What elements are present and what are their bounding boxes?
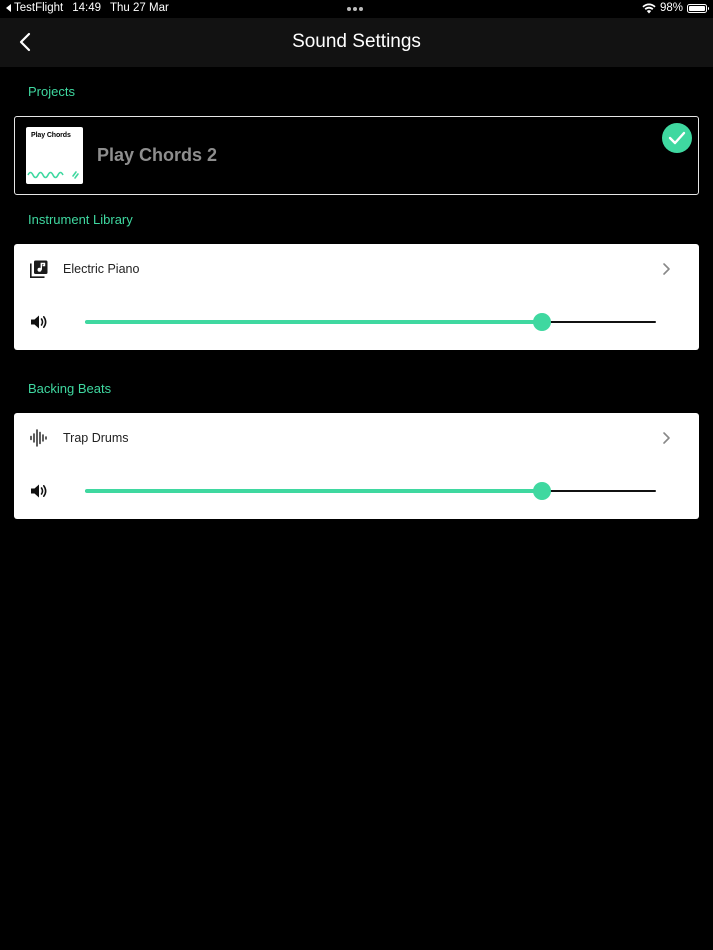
slider-fill: [85, 320, 542, 324]
instrument-card: Electric Piano: [14, 244, 699, 350]
page-title: Sound Settings: [292, 31, 421, 52]
volume-icon: [31, 315, 47, 329]
project-thumbnail: Play Chords: [26, 127, 83, 184]
status-left: TestFlight 14:49 Thu 27 Mar: [6, 2, 169, 14]
backing-beat-volume-slider[interactable]: [85, 481, 656, 501]
wifi-icon: [642, 2, 656, 13]
project-name: Play Chords 2: [97, 145, 218, 165]
volume-icon: [31, 484, 47, 498]
multitasking-dots-icon[interactable]: [347, 7, 363, 11]
status-date: Thu 27 Mar: [110, 2, 169, 14]
slider-thumb[interactable]: [532, 313, 551, 331]
battery-percentage: 98%: [659, 2, 683, 14]
battery-icon: [687, 3, 709, 13]
instrument-label: Electric Piano: [63, 262, 140, 276]
waveform-icon: [30, 429, 47, 447]
back-to-app-link[interactable]: TestFlight: [6, 2, 63, 14]
chevron-right-icon: [663, 263, 670, 275]
backing-beat-card: Trap Drums: [14, 413, 699, 519]
slider-thumb[interactable]: [532, 482, 551, 500]
backing-beats-section-label: Backing Beats: [28, 381, 112, 396]
thumbnail-title: Play Chords: [31, 132, 71, 139]
backing-beat-selector-row[interactable]: Trap Drums: [14, 413, 699, 463]
instrument-volume-slider[interactable]: [85, 312, 656, 332]
thumbnail-wave-icon: [27, 171, 79, 179]
back-triangle-icon: [6, 4, 11, 12]
sound-settings-screen: TestFlight 14:49 Thu 27 Mar 98% Sound Se…: [0, 0, 713, 950]
instrument-library-section-label: Instrument Library: [28, 212, 133, 227]
projects-section-label: Projects: [28, 84, 75, 99]
status-time: 14:49: [72, 2, 101, 14]
backing-beat-label: Trap Drums: [63, 431, 129, 445]
chevron-right-icon: [663, 432, 670, 444]
music-library-icon: [30, 260, 48, 278]
back-app-label: TestFlight: [14, 2, 64, 14]
status-right: 98%: [642, 2, 709, 14]
instrument-selector-row[interactable]: Electric Piano: [14, 244, 699, 294]
status-bar: TestFlight 14:49 Thu 27 Mar 98%: [0, 0, 713, 18]
selected-checkmark-icon: [662, 123, 692, 153]
slider-fill: [85, 489, 542, 493]
navigation-bar: Sound Settings: [0, 18, 713, 67]
project-card[interactable]: Play Chords Play Chords 2: [14, 116, 699, 195]
